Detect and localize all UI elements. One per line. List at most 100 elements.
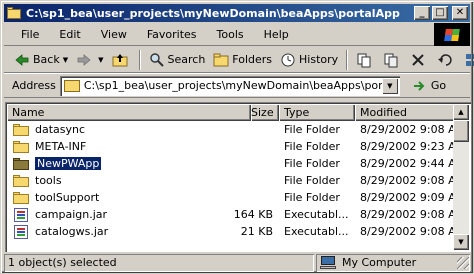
folders-label: Folders bbox=[232, 53, 273, 66]
title-bar[interactable]: C:\sp1_bea\user_projects\myNewDomain\bea… bbox=[4, 4, 470, 22]
folders-button[interactable]: Folders bbox=[209, 49, 276, 71]
file-name: catalogws.jar bbox=[35, 225, 109, 238]
minimize-button[interactable]: _ bbox=[414, 6, 430, 20]
search-button[interactable]: Search bbox=[145, 49, 210, 71]
forward-button[interactable]: ▼ bbox=[72, 49, 107, 71]
column-type[interactable]: Type bbox=[279, 104, 355, 121]
column-header: Name Size Type Modified bbox=[7, 104, 455, 121]
file-name: NewPWApp bbox=[33, 156, 103, 171]
file-modified: 8/29/2002 9:08 AM bbox=[360, 123, 455, 136]
copy-to-button[interactable] bbox=[379, 49, 406, 71]
windows-logo-icon bbox=[434, 23, 470, 46]
file-name-cell[interactable]: NewPWApp bbox=[7, 156, 203, 171]
file-name-cell[interactable]: campaign.jar bbox=[7, 207, 203, 222]
folder-icon bbox=[13, 123, 29, 136]
file-type: File Folder bbox=[284, 157, 340, 170]
file-row[interactable]: catalogws.jar 21 KB Executabl... 8/29/2002 … bbox=[7, 223, 455, 240]
computer-icon bbox=[320, 256, 336, 269]
status-selection: 1 object(s) selected bbox=[4, 254, 314, 272]
address-label: Address bbox=[12, 79, 56, 92]
window-title: C:\sp1_bea\user_projects\myNewDomain\bea… bbox=[26, 6, 400, 20]
menu-edit[interactable]: Edit bbox=[52, 28, 87, 41]
file-row[interactable]: NewPWApp File Folder 8/29/2002 9:44 AM bbox=[7, 155, 455, 172]
file-type: Executabl... bbox=[284, 225, 349, 238]
views-icon bbox=[464, 52, 474, 68]
scroll-down-button[interactable]: ▼ bbox=[453, 234, 469, 250]
go-label: Go bbox=[430, 79, 447, 92]
file-row[interactable]: campaign.jar 164 KB Executabl... 8/29/2002 … bbox=[7, 206, 455, 223]
column-modified[interactable]: Modified bbox=[355, 104, 455, 121]
up-button[interactable] bbox=[108, 49, 135, 71]
file-row[interactable]: toolSupport File Folder 8/29/2002 9:09 AM bbox=[7, 189, 455, 206]
file-type: File Folder bbox=[284, 140, 340, 153]
back-arrow-icon bbox=[14, 52, 30, 68]
folder-icon bbox=[13, 174, 29, 187]
file-type: Executabl... bbox=[284, 208, 349, 221]
vertical-scrollbar[interactable]: ▲ ▼ bbox=[453, 104, 469, 250]
move-to-button[interactable] bbox=[352, 49, 379, 71]
file-name: tools bbox=[35, 174, 62, 187]
move-to-icon bbox=[356, 52, 372, 68]
undo-icon bbox=[437, 52, 453, 68]
file-type: File Folder bbox=[284, 191, 340, 204]
menu-favorites[interactable]: Favorites bbox=[140, 28, 204, 41]
file-name-cell[interactable]: catalogws.jar bbox=[7, 224, 203, 239]
resize-grip[interactable] bbox=[457, 256, 469, 269]
file-name: toolSupport bbox=[35, 191, 100, 204]
dropdown-arrow-icon[interactable]: ▼ bbox=[63, 56, 68, 64]
menu-file[interactable]: File bbox=[14, 28, 46, 41]
status-zone-label: My Computer bbox=[342, 256, 417, 269]
delete-button[interactable] bbox=[406, 49, 433, 71]
file-name: datasync bbox=[35, 123, 86, 136]
address-input[interactable]: C:\sp1_bea\user_projects\myNewDomain\bea… bbox=[59, 75, 400, 96]
folder-icon bbox=[13, 157, 29, 170]
address-value[interactable]: C:\sp1_bea\user_projects\myNewDomain\bea… bbox=[84, 79, 382, 92]
undo-button[interactable] bbox=[433, 49, 460, 71]
file-name: campaign.jar bbox=[35, 208, 108, 221]
status-zone: My Computer bbox=[316, 254, 470, 272]
explorer-window: C:\sp1_bea\user_projects\myNewDomain\bea… bbox=[0, 0, 474, 274]
back-label: Back bbox=[33, 53, 60, 66]
file-size: 21 KB bbox=[240, 225, 273, 238]
file-list[interactable]: Name Size Type Modified datasync File Fol… bbox=[5, 102, 471, 252]
menu-view[interactable]: View bbox=[94, 28, 134, 41]
chevron-down-icon[interactable]: ▼ bbox=[381, 77, 398, 94]
go-button[interactable]: Go bbox=[412, 78, 446, 94]
file-type: File Folder bbox=[284, 123, 340, 136]
history-button[interactable]: History bbox=[276, 49, 342, 71]
forward-arrow-icon bbox=[76, 52, 92, 68]
file-modified: 8/29/2002 9:08 AM bbox=[360, 225, 455, 238]
column-size[interactable]: Size bbox=[251, 104, 279, 121]
search-icon bbox=[149, 52, 165, 68]
go-arrow-icon bbox=[412, 78, 428, 94]
views-button[interactable] bbox=[460, 49, 474, 71]
file-name-cell[interactable]: tools bbox=[7, 174, 203, 187]
scroll-up-button[interactable]: ▲ bbox=[453, 104, 469, 120]
file-name-cell[interactable]: META-INF bbox=[7, 140, 203, 153]
menu-help[interactable]: Help bbox=[257, 28, 296, 41]
column-name[interactable]: Name bbox=[7, 104, 251, 121]
back-button[interactable]: Back ▼ bbox=[10, 49, 72, 71]
delete-icon bbox=[410, 52, 426, 68]
scroll-thumb[interactable] bbox=[453, 120, 469, 142]
menu-tools[interactable]: Tools bbox=[210, 28, 251, 41]
file-name-cell[interactable]: toolSupport bbox=[7, 191, 203, 204]
file-modified: 8/29/2002 9:09 AM bbox=[360, 191, 455, 204]
file-row[interactable]: META-INF File Folder 8/29/2002 9:23 AM bbox=[7, 138, 455, 155]
search-label: Search bbox=[167, 53, 206, 66]
file-modified: 8/29/2002 9:08 AM bbox=[360, 174, 455, 187]
maximize-button[interactable]: □ bbox=[432, 6, 448, 20]
history-label: History bbox=[299, 53, 339, 66]
file-name-cell[interactable]: datasync bbox=[7, 123, 203, 136]
file-rows: datasync File Folder 8/29/2002 9:08 AM META… bbox=[7, 121, 455, 240]
file-modified: 8/29/2002 9:23 AM bbox=[360, 140, 455, 153]
address-bar: Address C:\sp1_bea\user_projects\myNewDo… bbox=[4, 74, 470, 98]
file-row[interactable]: tools File Folder 8/29/2002 9:08 AM bbox=[7, 172, 455, 189]
file-row[interactable]: datasync File Folder 8/29/2002 9:08 AM bbox=[7, 121, 455, 138]
folder-icon bbox=[63, 79, 80, 92]
standard-toolbar: Back ▼ ▼ Search Folders History bbox=[4, 47, 474, 73]
dropdown-arrow-icon[interactable]: ▼ bbox=[98, 56, 103, 64]
close-button[interactable]: ✕ bbox=[452, 6, 468, 20]
folder-icon bbox=[13, 140, 29, 153]
jar-file-icon bbox=[14, 207, 28, 222]
